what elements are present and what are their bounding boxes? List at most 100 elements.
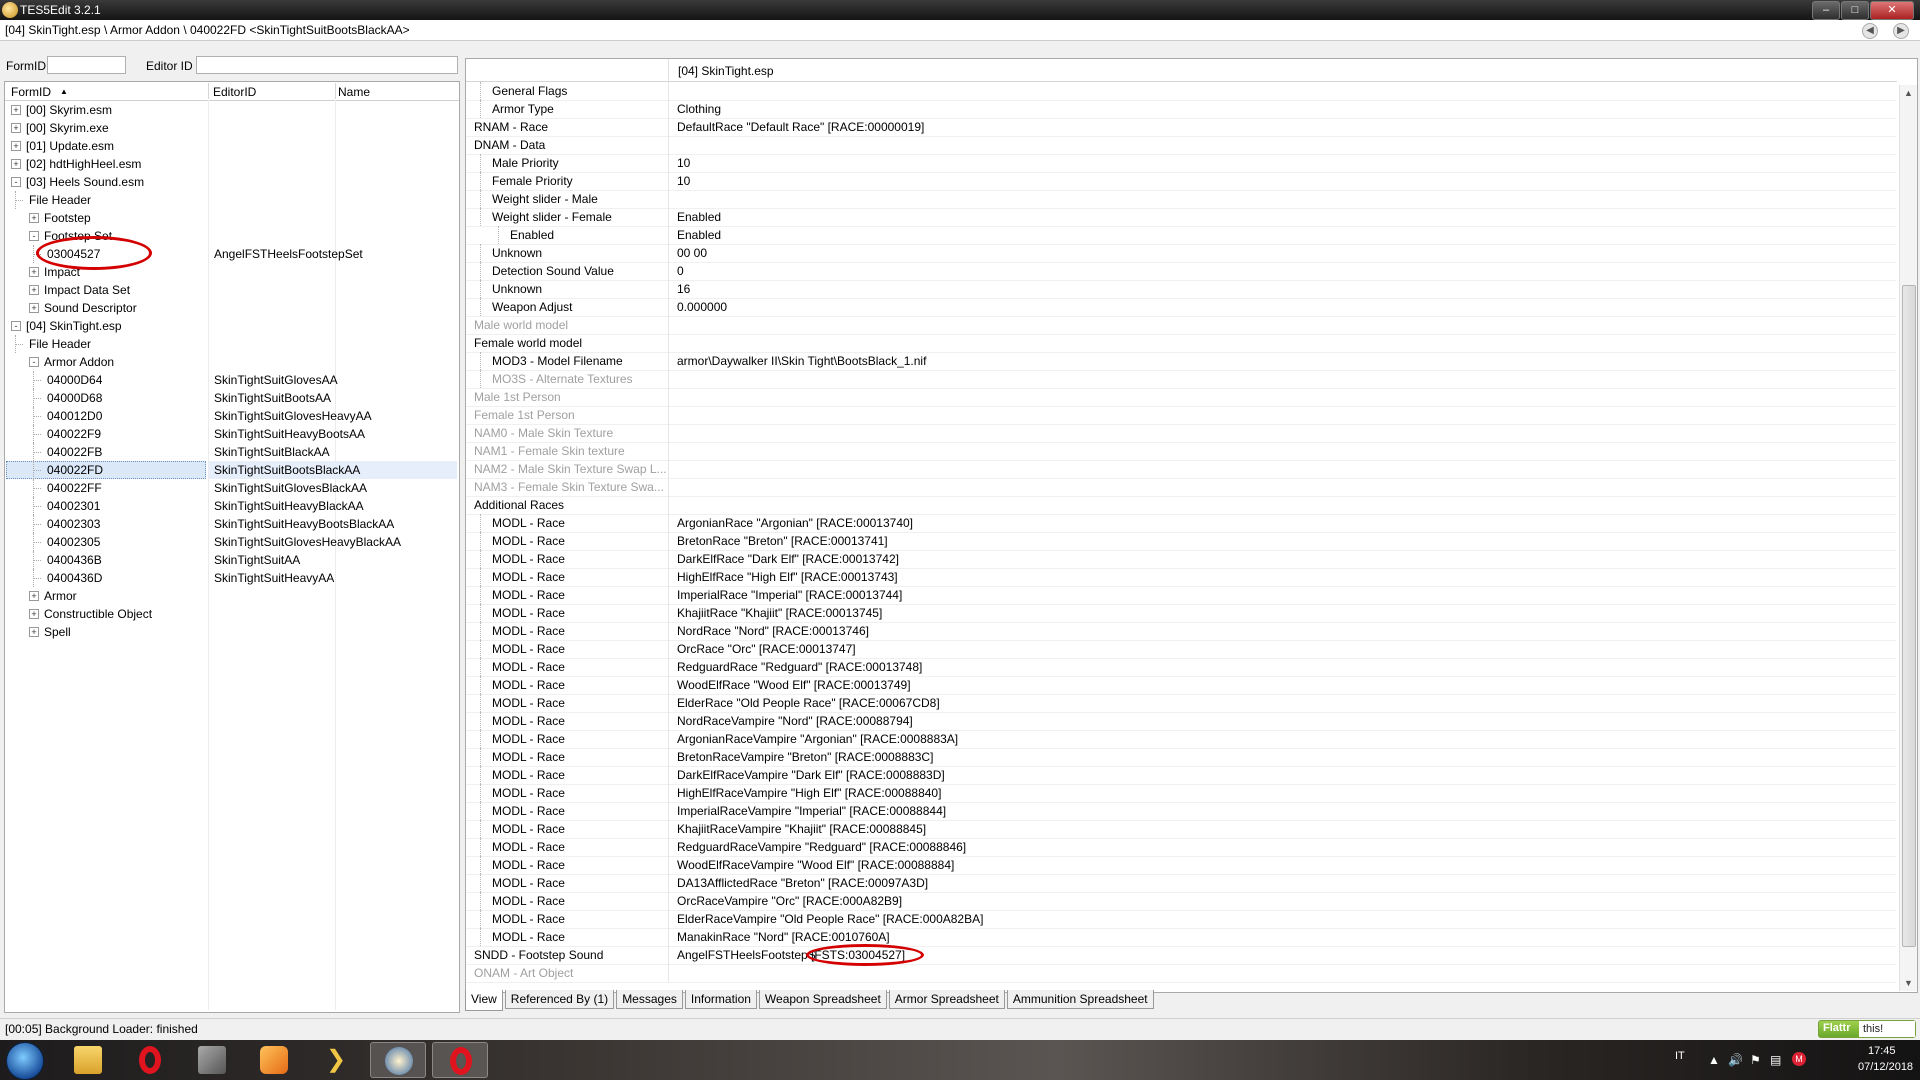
view-row[interactable]: MODL - Race HighElfRaceVampire "High Elf"… <box>466 784 1896 803</box>
tree-row[interactable]: 040022F9 SkinTightSuitHeavyBootsAA <box>5 425 457 443</box>
view-row[interactable]: NAM1 - Female Skin texture <box>466 442 1896 461</box>
tree-row[interactable]: + [02] hdtHighHeel.esm <box>5 155 457 173</box>
view-row[interactable]: MODL - Race OrcRace "Orc" [RACE:00013747] <box>466 640 1896 659</box>
tree-row[interactable]: + Armor <box>5 587 457 605</box>
forward-icon[interactable]: ▶ <box>1893 23 1909 39</box>
scroll-down-icon[interactable]: ▼ <box>1900 975 1917 991</box>
view-row[interactable]: Weight slider - Male <box>466 190 1896 209</box>
view-row[interactable]: MODL - Race BretonRaceVampire "Breton" [R… <box>466 748 1896 767</box>
tree-row[interactable]: 040022FD SkinTightSuitBootsBlackAA <box>5 461 457 479</box>
view-row[interactable]: MODL - Race DarkElfRace "Dark Elf" [RACE:… <box>466 550 1896 569</box>
expand-icon[interactable]: + <box>29 213 39 223</box>
view-row[interactable]: MODL - Race KhajiitRace "Khajiit" [RACE:0… <box>466 604 1896 623</box>
tab-information[interactable]: Information <box>684 990 757 1009</box>
tab-armor-spreadsheet[interactable]: Armor Spreadsheet <box>888 990 1005 1009</box>
tab-weapon-spreadsheet[interactable]: Weapon Spreadsheet <box>758 990 887 1009</box>
collapse-icon[interactable]: - <box>11 177 21 187</box>
expand-icon[interactable]: + <box>11 123 21 133</box>
clock-time[interactable]: 17:45 <box>1868 1045 1896 1057</box>
tree-row[interactable]: 0400436B SkinTightSuitAA <box>5 551 457 569</box>
tree-row[interactable]: - [03] Heels Sound.esm <box>5 173 457 191</box>
expand-icon[interactable]: + <box>11 159 21 169</box>
view-row[interactable]: Male world model <box>466 316 1896 335</box>
view-row[interactable]: DNAM - Data <box>466 136 1896 155</box>
tab-ammunition-spreadsheet[interactable]: Ammunition Spreadsheet <box>1006 990 1154 1009</box>
editorid-filter-input[interactable] <box>196 56 458 74</box>
view-row[interactable]: MODL - Race ElderRace "Old People Race" [… <box>466 694 1896 713</box>
view-row[interactable]: MODL - Race BretonRace "Breton" [RACE:000… <box>466 532 1896 551</box>
scroll-thumb[interactable] <box>1902 285 1916 947</box>
expand-icon[interactable]: + <box>29 609 39 619</box>
explorer-icon[interactable] <box>60 1042 116 1078</box>
view-row[interactable]: MODL - Race WoodElfRace "Wood Elf" [RACE:… <box>466 676 1896 695</box>
opera-icon[interactable] <box>122 1042 178 1078</box>
view-row[interactable]: Enabled Enabled <box>466 226 1896 245</box>
start-button[interactable] <box>6 1042 44 1080</box>
view-row[interactable]: MODL - Race NordRaceVampire "Nord" [RACE:… <box>466 712 1896 731</box>
app-launcher-icon[interactable] <box>184 1042 240 1078</box>
collapse-icon[interactable]: - <box>11 321 21 331</box>
tree-row[interactable]: 04002305 SkinTightSuitGlovesHeavyBlackAA <box>5 533 457 551</box>
tab-view[interactable]: View <box>465 990 503 1011</box>
collapse-icon[interactable]: - <box>29 231 39 241</box>
tree-row[interactable]: 040012D0 SkinTightSuitGlovesHeavyAA <box>5 407 457 425</box>
tree-row[interactable]: + Sound Descriptor <box>5 299 457 317</box>
language-indicator[interactable]: IT <box>1675 1050 1685 1062</box>
tree-row[interactable]: - [04] SkinTight.esp <box>5 317 457 335</box>
view-row[interactable]: Female Priority 10 <box>466 172 1896 191</box>
tab-referenced-by-1[interactable]: Referenced By (1) <box>504 990 615 1009</box>
network-icon[interactable]: ▤ <box>1770 1053 1781 1067</box>
view-row[interactable]: Unknown 16 <box>466 280 1896 299</box>
view-row[interactable]: General Flags <box>466 82 1896 101</box>
tree-row[interactable]: 04000D64 SkinTightSuitGlovesAA <box>5 371 457 389</box>
view-row[interactable]: Unknown 00 00 <box>466 244 1896 263</box>
view-row[interactable]: NAM3 - Female Skin Texture Swa... <box>466 478 1896 497</box>
vertical-scrollbar[interactable]: ▲ ▼ <box>1899 85 1917 991</box>
view-row[interactable]: Additional Races <box>466 496 1896 515</box>
tree-row[interactable]: 040022FF SkinTightSuitGlovesBlackAA <box>5 479 457 497</box>
view-row[interactable]: Female world model <box>466 334 1896 353</box>
expand-icon[interactable]: + <box>11 141 21 151</box>
view-row[interactable]: Male Priority 10 <box>466 154 1896 173</box>
view-row[interactable]: MODL - Race KhajiitRaceVampire "Khajiit" … <box>466 820 1896 839</box>
expand-icon[interactable]: + <box>29 285 39 295</box>
tree-row[interactable]: + [00] Skyrim.esm <box>5 101 457 119</box>
tree-row[interactable]: + Spell <box>5 623 457 641</box>
view-row[interactable]: MO3S - Alternate Textures <box>466 370 1896 389</box>
view-row[interactable]: MODL - Race OrcRaceVampire "Orc" [RACE:00… <box>466 892 1896 911</box>
view-row[interactable]: MODL - Race WoodElfRaceVampire "Wood Elf"… <box>466 856 1896 875</box>
tree-row[interactable]: + [00] Skyrim.exe <box>5 119 457 137</box>
column-formid[interactable]: FormID <box>11 85 51 99</box>
expand-icon[interactable]: + <box>29 591 39 601</box>
expand-icon[interactable]: + <box>29 303 39 313</box>
view-row[interactable]: MOD3 - Model Filename armor\Daywalker II\… <box>466 352 1896 371</box>
opera-window-icon[interactable] <box>432 1042 488 1078</box>
flattr-button[interactable]: Flattr this! <box>1818 1020 1916 1038</box>
column-editorid[interactable]: EditorID <box>213 85 256 99</box>
view-row[interactable]: MODL - Race ArgonianRaceVampire "Argonian… <box>466 730 1896 749</box>
tree-row[interactable]: 0400436D SkinTightSuitHeavyAA <box>5 569 457 587</box>
view-row[interactable]: Detection Sound Value 0 <box>466 262 1896 281</box>
tree-row[interactable]: 040022FB SkinTightSuitBlackAA <box>5 443 457 461</box>
view-row[interactable]: MODL - Race RedguardRaceVampire "Redguard… <box>466 838 1896 857</box>
view-row[interactable]: MODL - Race ArgonianRace "Argonian" [RACE… <box>466 514 1896 533</box>
close-button[interactable]: ✕ <box>1870 1 1914 20</box>
tree-row[interactable]: - Armor Addon <box>5 353 457 371</box>
view-row[interactable]: MODL - Race RedguardRace "Redguard" [RACE… <box>466 658 1896 677</box>
view-row[interactable]: RNAM - Race DefaultRace "Default Race" [R… <box>466 118 1896 137</box>
tree-row[interactable]: 04002301 SkinTightSuitHeavyBlackAA <box>5 497 457 515</box>
back-icon[interactable]: ◀ <box>1862 23 1878 39</box>
tree-row[interactable]: 04002303 SkinTightSuitHeavyBootsBlackAA <box>5 515 457 533</box>
action-center-icon[interactable]: ⚑ <box>1750 1053 1761 1067</box>
view-row[interactable]: Male 1st Person <box>466 388 1896 407</box>
view-row[interactable]: MODL - Race ManakinRace "Nord" [RACE:0010… <box>466 928 1896 947</box>
expand-icon[interactable]: + <box>29 627 39 637</box>
maximize-button[interactable]: □ <box>1841 1 1869 20</box>
view-row[interactable]: SNDD - Footstep Sound AngelFSTHeelsFootst… <box>466 946 1896 965</box>
view-row[interactable]: MODL - Race ImperialRace "Imperial" [RACE… <box>466 586 1896 605</box>
tree-row[interactable]: 04000D68 SkinTightSuitBootsAA <box>5 389 457 407</box>
tes5edit-icon[interactable] <box>370 1042 426 1078</box>
view-row[interactable]: Weight slider - Female Enabled <box>466 208 1896 227</box>
scroll-up-icon[interactable]: ▲ <box>1900 85 1917 101</box>
mail-icon[interactable]: M <box>1792 1052 1806 1066</box>
